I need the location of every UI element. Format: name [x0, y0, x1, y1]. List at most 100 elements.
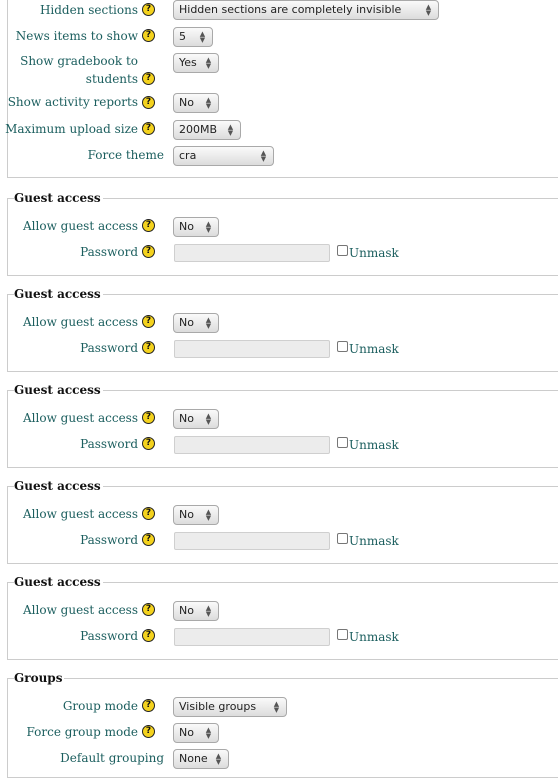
force-group-mode-value: No: [179, 726, 194, 739]
default-grouping-label: Default grouping: [60, 751, 164, 765]
help-icon[interactable]: ?: [142, 219, 155, 232]
hidden-sections-label: Hidden sections: [39, 3, 138, 17]
show-activity-select[interactable]: No ▲ ▼: [173, 93, 219, 113]
unmask-checkbox[interactable]: [337, 437, 348, 448]
select-arrows-icon: ▲ ▼: [199, 30, 206, 44]
help-icon[interactable]: ?: [142, 437, 155, 450]
guest-access-fieldset: [7, 486, 558, 564]
show-activity-label-wrap: Show activity reports: [0, 93, 138, 111]
unmask-label: Unmask: [349, 630, 399, 644]
allow-guest-label-wrap: Allow guest access: [0, 601, 138, 619]
help-icon[interactable]: ?: [142, 96, 155, 109]
allow-guest-label: Allow guest access: [23, 507, 138, 521]
default-grouping-select[interactable]: None ▲ ▼: [173, 749, 229, 769]
allow-guest-select[interactable]: No ▲ ▼: [173, 505, 219, 525]
unmask-label: Unmask: [349, 246, 399, 260]
unmask-checkbox[interactable]: [337, 341, 348, 352]
select-arrows-icon: ▲ ▼: [205, 508, 212, 522]
allow-guest-select[interactable]: No ▲ ▼: [173, 217, 219, 237]
help-icon[interactable]: ?: [142, 725, 155, 738]
help-icon[interactable]: ?: [142, 507, 155, 520]
force-group-mode-label: Force group mode: [26, 725, 138, 739]
unmask-label: Unmask: [349, 534, 399, 548]
allow-guest-select[interactable]: No ▲ ▼: [173, 313, 219, 333]
guest-access-fieldset: [7, 294, 558, 372]
guest-password-label: Password: [80, 245, 138, 259]
allow-guest-label-wrap: Allow guest access: [0, 409, 138, 427]
show-gradebook-label-wrap: Show gradebook to students: [0, 52, 138, 88]
select-arrows-icon: ▲ ▼: [215, 752, 222, 766]
help-icon[interactable]: ?: [142, 72, 155, 85]
default-grouping-value: None: [179, 752, 208, 765]
unmask-checkbox[interactable]: [337, 533, 348, 544]
help-icon[interactable]: ?: [142, 122, 155, 135]
show-gradebook-select[interactable]: Yes ▲ ▼: [173, 53, 219, 73]
allow-guest-value: No: [179, 508, 194, 521]
help-icon[interactable]: ?: [142, 341, 155, 354]
guest-access-legend: Guest access: [14, 479, 103, 493]
allow-guest-label-wrap: Allow guest access: [0, 313, 138, 331]
guest-access-legend: Guest access: [14, 575, 103, 589]
help-icon[interactable]: ?: [142, 315, 155, 328]
help-icon[interactable]: ?: [142, 245, 155, 258]
select-arrows-icon: ▲ ▼: [205, 412, 212, 426]
help-icon[interactable]: ?: [142, 603, 155, 616]
hidden-sections-select[interactable]: Hidden sections are completely invisible…: [173, 0, 439, 20]
guest-access-fieldset: [7, 390, 558, 468]
guest-access-legend: Guest access: [14, 383, 103, 397]
allow-guest-label-wrap: Allow guest access: [0, 505, 138, 523]
guest-password-input[interactable]: [174, 244, 330, 262]
force-theme-label: Force theme: [87, 148, 164, 162]
news-items-select[interactable]: 5 ▲ ▼: [173, 27, 213, 47]
guest-password-label: Password: [80, 437, 138, 451]
max-upload-select[interactable]: 200MB ▲ ▼: [173, 120, 241, 140]
select-arrows-icon: ▲ ▼: [205, 316, 212, 330]
allow-guest-select[interactable]: No ▲ ▼: [173, 409, 219, 429]
force-theme-value: cra: [179, 149, 197, 162]
allow-guest-value: No: [179, 604, 194, 617]
select-arrows-icon: ▲ ▼: [260, 149, 267, 163]
allow-guest-value: No: [179, 412, 194, 425]
unmask-checkbox[interactable]: [337, 629, 348, 640]
allow-guest-label: Allow guest access: [23, 603, 138, 617]
default-grouping-label-wrap: Default grouping: [0, 749, 164, 767]
guest-password-input[interactable]: [174, 532, 330, 550]
hidden-sections-label-wrap: Hidden sections: [0, 1, 138, 19]
force-theme-select[interactable]: cra ▲ ▼: [173, 146, 274, 166]
force-group-mode-label-wrap: Force group mode: [0, 723, 138, 741]
guest-password-label-wrap: Password: [0, 339, 138, 357]
unmask-label: Unmask: [349, 342, 399, 356]
help-icon[interactable]: ?: [142, 29, 155, 42]
help-icon[interactable]: ?: [142, 699, 155, 712]
select-arrows-icon: ▲ ▼: [205, 96, 212, 110]
max-upload-label: Maximum upload size: [5, 122, 138, 136]
allow-guest-label: Allow guest access: [23, 315, 138, 329]
group-mode-select[interactable]: Visible groups ▲ ▼: [173, 697, 287, 717]
select-arrows-icon: ▲ ▼: [227, 123, 234, 137]
show-gradebook-label-line1: Show gradebook to: [20, 54, 138, 68]
guest-password-input[interactable]: [174, 436, 330, 454]
show-activity-value: No: [179, 96, 194, 109]
allow-guest-label-wrap: Allow guest access: [0, 217, 138, 235]
group-mode-value: Visible groups: [179, 700, 257, 713]
guest-password-label: Password: [80, 629, 138, 643]
unmask-label: Unmask: [349, 438, 399, 452]
allow-guest-select[interactable]: No ▲ ▼: [173, 601, 219, 621]
guest-password-input[interactable]: [174, 340, 330, 358]
select-arrows-icon: ▲ ▼: [205, 220, 212, 234]
help-icon[interactable]: ?: [142, 629, 155, 642]
guest-password-label-wrap: Password: [0, 243, 138, 261]
unmask-checkbox[interactable]: [337, 245, 348, 256]
allow-guest-value: No: [179, 316, 194, 329]
help-icon[interactable]: ?: [142, 411, 155, 424]
guest-access-legend: Guest access: [14, 191, 103, 205]
force-group-mode-select[interactable]: No ▲ ▼: [173, 723, 219, 743]
guest-password-input[interactable]: [174, 628, 330, 646]
guest-access-fieldset: [7, 198, 558, 276]
select-arrows-icon: ▲ ▼: [425, 3, 432, 17]
allow-guest-value: No: [179, 220, 194, 233]
help-icon[interactable]: ?: [142, 533, 155, 546]
guest-password-label-wrap: Password: [0, 531, 138, 549]
max-upload-value: 200MB: [179, 123, 218, 136]
help-icon[interactable]: ?: [142, 3, 155, 16]
